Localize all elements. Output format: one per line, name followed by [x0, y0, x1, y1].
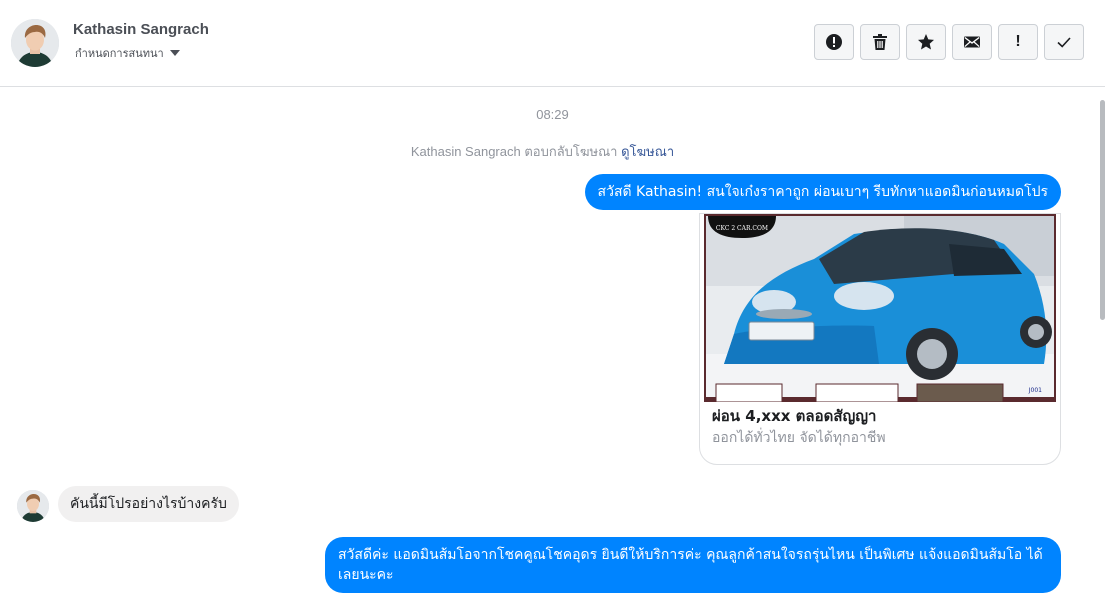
ad-reply-notice: Kathasin Sangrach ตอบกลับโฆษณา ดูโฆษณา [0, 141, 1085, 162]
report-button[interactable] [814, 24, 854, 60]
view-ad-link[interactable]: ดูโฆษณา [621, 144, 674, 159]
check-icon [1057, 37, 1071, 48]
envelope-icon [964, 36, 980, 48]
incoming-message: คันนี้มีโปรอย่างไรบ้างครับ [58, 486, 239, 522]
conversation-header: Kathasin Sangrach กำหนดการสนทนา ! [0, 0, 1105, 87]
conversation-setting-dropdown[interactable]: กำหนดการสนทนา [75, 44, 180, 62]
star-icon [918, 34, 934, 50]
caret-down-icon [169, 50, 180, 56]
contact-avatar[interactable] [11, 19, 59, 67]
ad-reply-text: Kathasin Sangrach ตอบกลับโฆษณา [410, 144, 618, 159]
mark-done-button[interactable] [1044, 24, 1084, 60]
trash-icon [873, 34, 887, 50]
outgoing-message: สวัสดี Kathasin! สนใจเก๋งราคาถูก ผ่อนเบา… [584, 174, 1061, 210]
ad-subtitle: ออกได้ทั่วไทย จัดได้ทุกอาชีพ [712, 430, 886, 446]
ad-card[interactable]: CKC 2 CAR.COM J001 ผ่อน 4,xxx ตลอดสัญญา … [699, 213, 1061, 465]
contact-name[interactable]: Kathasin Sangrach [73, 21, 209, 38]
exclamation-icon: ! [1015, 33, 1021, 50]
message-thread[interactable]: 08:29 Kathasin Sangrach ตอบกลับโฆษณา ดูโ… [0, 88, 1098, 597]
thread-scrollbar[interactable] [1100, 100, 1105, 320]
ad-logo-text: CKC 2 CAR.COM [716, 225, 768, 232]
star-button[interactable] [906, 24, 946, 60]
report-icon [826, 34, 842, 50]
conversation-setting-label: กำหนดการสนทนา [75, 47, 164, 60]
mark-spam-button[interactable]: ! [998, 24, 1038, 60]
header-actions: ! [814, 24, 1084, 60]
message-timestamp: 08:29 [536, 107, 569, 122]
ad-image-code: J001 [1028, 387, 1042, 394]
ad-car-image: CKC 2 CAR.COM J001 [704, 214, 1056, 402]
ad-title: ผ่อน 4,xxx ตลอดสัญญา [712, 407, 877, 425]
outgoing-message: สวัสดีค่ะ แอดมินส้มโอจากโชคคูณโชคอุดร ยิ… [325, 537, 1061, 593]
delete-button[interactable] [860, 24, 900, 60]
mark-unread-button[interactable] [952, 24, 992, 60]
sender-avatar [17, 490, 49, 522]
